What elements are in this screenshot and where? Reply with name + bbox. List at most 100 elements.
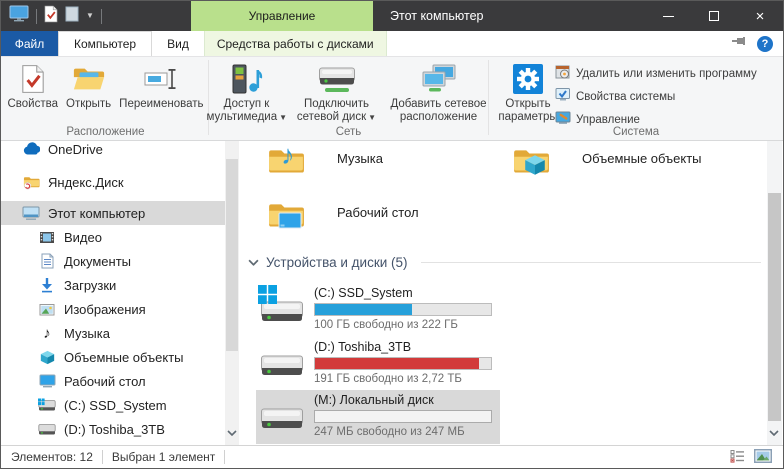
drive-name: (M:) Локальный диск [314, 393, 492, 407]
devices-and-drives-section-header[interactable]: Устройства и диски (5) [248, 255, 761, 270]
large-icons-view-icon[interactable] [754, 449, 772, 466]
help-icon[interactable]: ? [757, 36, 773, 52]
content-scrollbar-thumb[interactable] [768, 193, 781, 421]
drive-icon [260, 402, 304, 434]
details-view-icon[interactable] [730, 449, 745, 466]
drive-name: (C:) SSD_System [314, 286, 492, 300]
properties-button[interactable]: Свойства [4, 59, 63, 111]
content-pane: ♪ Музыка Объемные объекты Рабочий стол У… [241, 141, 783, 445]
pictures-icon [38, 300, 56, 318]
navigation-pane: OneDrive Яндекс.Диск Этот компьютер Виде… [1, 141, 239, 445]
media-access-button[interactable]: Доступ к мультимедиа▼ [203, 59, 291, 124]
content-scrollbar[interactable] [767, 141, 782, 445]
sidebar-scrollbar-thumb[interactable] [226, 159, 238, 351]
music-note-icon: ♪ [38, 324, 56, 342]
drive-free-space: 247 МБ свободно из 247 МБ [314, 426, 492, 438]
customize-toolbar-caret[interactable]: ▼ [86, 12, 94, 20]
status-separator [224, 450, 225, 464]
group-label-location: Расположение [3, 126, 208, 138]
sidebar-item-this-pc[interactable]: Этот компьютер [1, 201, 225, 225]
sidebar-item-drive-d[interactable]: (D:) Toshiba_3TB [1, 417, 225, 441]
3d-cube-icon [524, 154, 546, 176]
sidebar-item-documents[interactable]: Документы [1, 249, 225, 273]
section-rule [421, 262, 761, 263]
pin-ribbon-icon[interactable] [731, 34, 747, 53]
sidebar-item-3d-objects[interactable]: Объемные объекты [1, 345, 225, 369]
toolbar-separator [36, 9, 37, 24]
drive-icon [260, 349, 304, 381]
selection-count: Выбран 1 элемент [112, 450, 215, 464]
dropdown-caret: ▼ [279, 113, 287, 122]
videos-icon [38, 228, 56, 246]
drive-tile-c[interactable]: (C:) SSD_System 100 ГБ свободно из 222 Г… [256, 283, 500, 335]
drive-free-space: 100 ГБ свободно из 222 ГБ [314, 319, 492, 331]
network-drive-icon [317, 61, 357, 97]
drive-tile-d[interactable]: (D:) Toshiba_3TB 191 ГБ свободно из 2,72… [256, 337, 500, 389]
this-pc-icon [22, 204, 40, 222]
tab-disk-tools[interactable]: Средства работы с дисками [204, 31, 387, 56]
properties-quick-icon[interactable] [44, 5, 58, 28]
rename-button[interactable]: Переименовать [115, 59, 207, 111]
content-scroll-down-icon[interactable] [769, 423, 779, 441]
tab-file[interactable]: Файл [1, 31, 58, 56]
sidebar-item-desktop[interactable]: Рабочий стол [1, 369, 225, 393]
minimize-button[interactable] [645, 1, 691, 31]
toolbar-separator [101, 9, 102, 24]
open-settings-button[interactable]: Открыть параметры [493, 59, 563, 124]
sidebar-item-videos[interactable]: Видео [1, 225, 225, 249]
sidebar-scrollbar[interactable] [225, 141, 239, 445]
drive-tile-m[interactable]: (M:) Локальный диск 247 МБ свободно из 2… [256, 390, 500, 444]
add-network-location-button[interactable]: Добавить сетевое расположение [383, 59, 495, 124]
sidebar-item-pictures[interactable]: Изображения [1, 297, 225, 321]
yandex-disk-icon [22, 173, 40, 191]
windows-logo-icon [258, 285, 277, 304]
system-properties-icon [555, 87, 571, 106]
close-button[interactable]: × [737, 1, 783, 31]
ribbon-group-network: Доступ к мультимедиа▼ Подключить сетевой… [209, 57, 488, 140]
rename-icon [144, 61, 178, 97]
tab-computer[interactable]: Компьютер [58, 31, 152, 56]
ribbon-group-location: Свойства Открыть [3, 57, 208, 140]
desktop-monitor-icon [278, 212, 302, 230]
collapse-chevron-icon [248, 259, 259, 266]
ribbon-group-system: Открыть параметры Удалить или изменить п… [489, 57, 783, 140]
folder-tile-desktop[interactable]: Рабочий стол [265, 198, 495, 246]
sidebar-item-music[interactable]: ♪ Музыка [1, 321, 225, 345]
quick-access-toolbar: ▼ [9, 1, 102, 31]
status-separator [102, 450, 103, 464]
system-properties-button[interactable]: Свойства системы [555, 85, 757, 108]
sidebar-item-onedrive[interactable]: OneDrive [1, 141, 225, 161]
this-pc-icon[interactable] [9, 5, 29, 27]
drive-icon [38, 420, 56, 438]
properties-icon [21, 61, 45, 97]
documents-icon [38, 252, 56, 270]
uninstall-program-button[interactable]: Удалить или изменить программу [555, 62, 757, 85]
group-label-network: Сеть [209, 126, 488, 138]
tab-view[interactable]: Вид [152, 31, 204, 56]
maximize-button[interactable] [691, 1, 737, 31]
sidebar-item-drive-c[interactable]: (C:) SSD_System [1, 393, 225, 417]
music-note-icon: ♪ [281, 140, 295, 171]
drive-usage-bar [314, 410, 492, 423]
uninstall-program-icon [555, 64, 571, 83]
status-bar: Элементов: 12 Выбран 1 элемент [1, 445, 783, 468]
sidebar-scroll-down-icon[interactable] [227, 423, 237, 441]
ribbon: Свойства Открыть [1, 57, 783, 141]
file-explorer-window: ▼ Управление Этот компьютер × Файл Компь… [0, 0, 784, 469]
drive-name: (D:) Toshiba_3TB [314, 340, 492, 354]
new-folder-quick-icon[interactable] [65, 6, 79, 27]
title-bar: ▼ Управление Этот компьютер × [1, 1, 783, 31]
system-drive-icon [38, 396, 56, 414]
3d-cube-icon [38, 348, 56, 366]
open-folder-icon [72, 61, 106, 97]
map-network-drive-button[interactable]: Подключить сетевой диск▼ [291, 59, 383, 124]
media-server-icon [230, 61, 264, 97]
contextual-tab-management[interactable]: Управление [191, 1, 373, 31]
folder-tile-3d-objects[interactable]: Объемные объекты [510, 144, 740, 192]
drive-usage-bar [314, 303, 492, 316]
sidebar-item-downloads[interactable]: Загрузки [1, 273, 225, 297]
sidebar-item-yandex-disk[interactable]: Яндекс.Диск [1, 170, 225, 194]
folder-tile-music[interactable]: ♪ Музыка [265, 144, 495, 192]
open-button[interactable]: Открыть [62, 59, 115, 111]
group-label-system: Система [489, 126, 783, 138]
